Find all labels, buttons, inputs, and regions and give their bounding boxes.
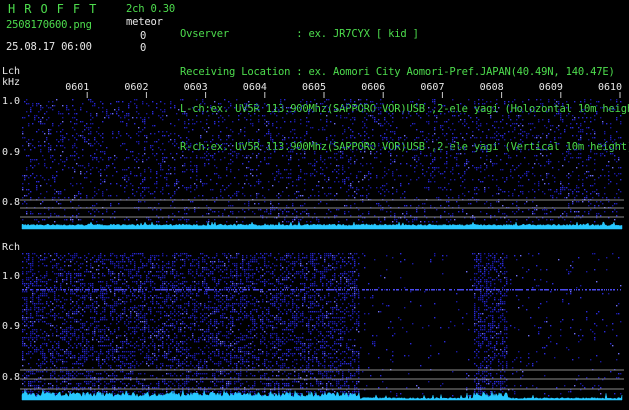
lch-ytick-0.9: 0.9 bbox=[2, 147, 20, 158]
time-tick-label: 0604 bbox=[243, 82, 267, 93]
rch-ytick-0.9: 0.9 bbox=[2, 321, 20, 332]
lch-ytick-0.8: 0.8 bbox=[2, 197, 20, 208]
time-tick-label: 0603 bbox=[184, 82, 208, 93]
lch-unit: kHz bbox=[2, 77, 20, 88]
rch-spectrogram: Rch 1.0 0.9 0.8 bbox=[2, 242, 624, 401]
time-axis: 0601 0602 0603 0604 0605 0606 0607 0608 0609 0610 bbox=[65, 82, 622, 98]
time-tick-label: 0610 bbox=[598, 82, 622, 93]
time-tick-label: 0606 bbox=[361, 82, 385, 93]
time-tick-label: 0607 bbox=[420, 82, 444, 93]
lch-reference-lines bbox=[20, 199, 624, 218]
lch-ytick-1.0: 1.0 bbox=[2, 96, 20, 107]
lch-label: Lch bbox=[2, 66, 20, 77]
spectrogram: Lch kHz 1.0 0.9 0.8 0601 0602 0603 0604 0605… bbox=[2, 66, 624, 401]
lch-level-trace bbox=[21, 221, 623, 230]
time-tick-label: 0605 bbox=[302, 82, 326, 93]
time-tick-label: 0602 bbox=[124, 82, 148, 93]
rch-ytick-0.8: 0.8 bbox=[2, 372, 20, 383]
time-tick-label: 0601 bbox=[65, 82, 89, 93]
rch-noise bbox=[22, 253, 622, 397]
time-tick-label: 0608 bbox=[480, 82, 504, 93]
time-tick-label: 0609 bbox=[539, 82, 563, 93]
rch-label: Rch bbox=[2, 242, 20, 253]
lch-noise bbox=[22, 99, 622, 223]
rch-ytick-1.0: 1.0 bbox=[2, 271, 20, 282]
